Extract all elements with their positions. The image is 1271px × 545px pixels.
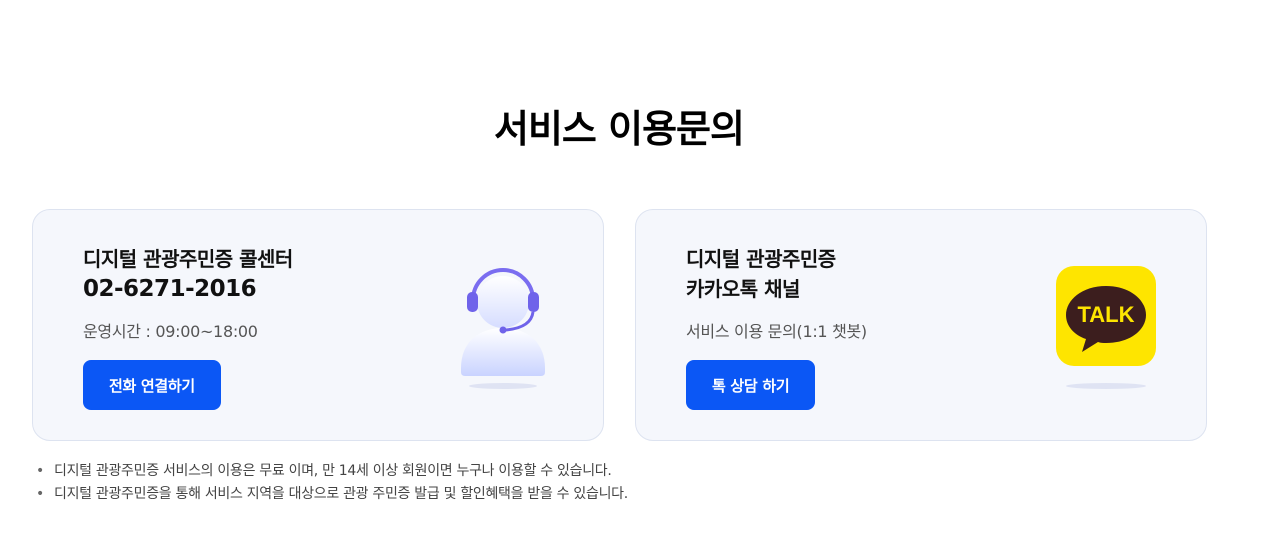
page-title: 서비스 이용문의 (494, 107, 745, 151)
call-center-title: 디지털 관광주민증 콜센터 (83, 247, 293, 271)
kakao-title-line2: 카카오톡 채널 (686, 277, 800, 301)
kakao-description: 서비스 이용 문의(1:1 챗봇) (686, 322, 867, 341)
kakaotalk-icon: TALK (1046, 256, 1166, 392)
kakao-title-line1: 디지털 관광주민증 (686, 247, 836, 271)
call-center-hours: 운영시간 : 09:00~18:00 (83, 322, 258, 341)
note-item: • 디지털 관광주민증 서비스의 이용은 무료 이며, 만 14세 이상 회원이면… (36, 463, 612, 479)
call-connect-button[interactable]: 전화 연결하기 (83, 360, 221, 410)
talk-consult-button[interactable]: 톡 상담 하기 (686, 360, 816, 410)
headset-agent-icon (443, 256, 563, 392)
note-item: • 디지털 관광주민증을 통해 서비스 지역을 대상으로 관광 주민증 발급 및 … (36, 486, 628, 502)
kakao-channel-card: 디지털 관광주민증 카카오톡 채널 서비스 이용 문의(1:1 챗봇) 톡 상담… (635, 209, 1207, 441)
kakao-logo-text: TALK (1077, 302, 1134, 327)
service-notes: • 디지털 관광주민증 서비스의 이용은 무료 이며, 만 14세 이상 회원이면… (36, 460, 628, 506)
call-center-card: 디지털 관광주민증 콜센터 02-6271-2016 운영시간 : 09:00~… (32, 209, 604, 441)
call-center-phone: 02-6271-2016 (83, 276, 257, 302)
